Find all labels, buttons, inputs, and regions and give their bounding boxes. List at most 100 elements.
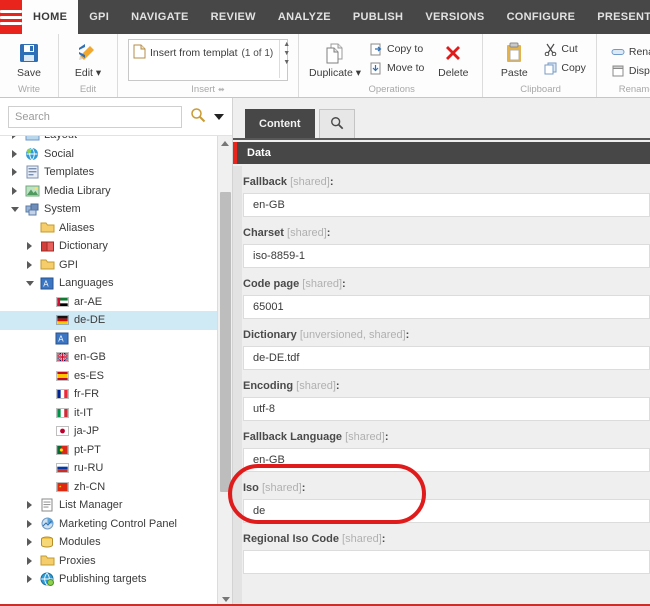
tree-item-list-manager[interactable]: List Manager bbox=[0, 496, 217, 515]
tree-item-zh-cn[interactable]: ★ zh-CN bbox=[0, 478, 217, 497]
field-input-fallback-language[interactable]: en-GB bbox=[243, 448, 650, 472]
tree-item-marketing-control-panel[interactable]: Marketing Control Panel bbox=[0, 515, 217, 534]
expand-triangle-icon[interactable] bbox=[24, 261, 35, 269]
spinner-up-icon[interactable]: ▲ bbox=[283, 41, 290, 49]
tab-content[interactable]: Content bbox=[245, 109, 315, 138]
expand-triangle-icon[interactable] bbox=[9, 150, 20, 158]
insert-from-template-combo[interactable]: Insert from templat (1 of 1) ▲ ▼ ▼ bbox=[128, 39, 290, 81]
tree-item-aliases[interactable]: Aliases bbox=[0, 219, 217, 238]
collapse-triangle-icon[interactable] bbox=[9, 207, 20, 212]
tree-item-modules[interactable]: Modules bbox=[0, 533, 217, 552]
menu-tab-label: VERSIONS bbox=[425, 11, 485, 23]
spinner-down-icon[interactable]: ▼ bbox=[283, 50, 290, 58]
tree-item-ru-ru[interactable]: ru-RU bbox=[0, 459, 217, 478]
expand-triangle-icon[interactable] bbox=[9, 136, 20, 139]
tree-item-system[interactable]: System bbox=[0, 200, 217, 219]
field-code-page: Code page [shared]: 65001 bbox=[243, 268, 650, 319]
flag-de bbox=[54, 312, 70, 328]
scroll-up-icon[interactable] bbox=[218, 136, 232, 150]
copy-button[interactable]: Copy bbox=[539, 60, 590, 76]
menu-tab-versions[interactable]: VERSIONS bbox=[414, 0, 495, 34]
delete-button[interactable]: Delete bbox=[430, 38, 476, 82]
ribbon-group-rename-title: Rename bbox=[618, 84, 650, 95]
move-to-button[interactable]: Move to bbox=[365, 60, 428, 76]
hamburger-icon[interactable] bbox=[0, 0, 22, 34]
tree-scrollbar-thumb[interactable] bbox=[220, 192, 231, 492]
field-input-iso[interactable]: de bbox=[243, 499, 650, 523]
display-name-button[interactable]: Display name bbox=[607, 63, 650, 79]
menu-tab-label: ANALYZE bbox=[277, 11, 331, 23]
collapse-triangle-icon[interactable] bbox=[24, 281, 35, 286]
tree-item-languages[interactable]: A Languages bbox=[0, 274, 217, 293]
copy-to-button[interactable]: Copy to bbox=[365, 41, 428, 57]
cut-button[interactable]: Cut bbox=[539, 41, 590, 57]
menu-tab-gpi[interactable]: GPI bbox=[78, 0, 120, 34]
tree-item-ar-ae[interactable]: ar-AE bbox=[0, 293, 217, 312]
field-input-code-page[interactable]: 65001 bbox=[243, 295, 650, 319]
tree-item-pt-pt[interactable]: pt-PT bbox=[0, 441, 217, 460]
folder-icon bbox=[39, 553, 55, 569]
menu-tab-navigate[interactable]: NAVIGATE bbox=[120, 0, 200, 34]
expand-triangle-icon[interactable] bbox=[24, 520, 35, 528]
fields-scroll-area[interactable]: Fallback [shared]: en-GB Charset [shared]:… bbox=[233, 166, 650, 606]
tree-item-label: de-DE bbox=[74, 314, 106, 327]
ribbon-tab-strip: HOME GPI NAVIGATE REVIEW ANALYZE PUBLISH VERSI… bbox=[22, 0, 650, 34]
tree-item-social[interactable]: Social bbox=[0, 145, 217, 164]
tree-item-de-de[interactable]: de-DE bbox=[0, 311, 217, 330]
tree-item-en-gb[interactable]: en-GB bbox=[0, 348, 217, 367]
tab-search[interactable] bbox=[318, 109, 355, 138]
menu-tab-home[interactable]: HOME bbox=[22, 0, 79, 34]
rename-button[interactable]: Rename bbox=[607, 44, 650, 60]
tree-item-en[interactable]: Aen bbox=[0, 330, 217, 349]
tree-item-ja-jp[interactable]: ja-JP bbox=[0, 422, 217, 441]
tree-item-gpi[interactable]: GPI bbox=[0, 256, 217, 275]
search-input[interactable] bbox=[8, 105, 182, 128]
tree-scrollbar[interactable] bbox=[217, 136, 232, 606]
expand-triangle-icon[interactable] bbox=[24, 242, 35, 250]
field-input-encoding[interactable]: utf-8 bbox=[243, 397, 650, 421]
tree-scroll-area[interactable]: Layout Social Templates Media Library System… bbox=[0, 136, 232, 606]
search-icon[interactable] bbox=[190, 107, 206, 126]
tree-item-dictionary[interactable]: Dictionary bbox=[0, 237, 217, 256]
tree-item-es-es[interactable]: es-ES bbox=[0, 367, 217, 386]
expand-triangle-icon[interactable] bbox=[24, 575, 35, 583]
expand-triangle-icon[interactable] bbox=[9, 187, 20, 195]
copy-to-icon bbox=[369, 42, 383, 56]
expand-triangle-icon[interactable] bbox=[24, 501, 35, 509]
tree-item-label: Marketing Control Panel bbox=[59, 517, 178, 530]
expand-triangle-icon[interactable] bbox=[9, 168, 20, 176]
tree-item-proxies[interactable]: Proxies bbox=[0, 552, 217, 571]
tree-item-label: GPI bbox=[59, 258, 78, 271]
expand-triangle-icon[interactable] bbox=[24, 538, 35, 546]
tree-item-it-it[interactable]: it-IT bbox=[0, 404, 217, 423]
tree-item-publishing-targets[interactable]: Publishing targets bbox=[0, 570, 217, 589]
menu-tab-publish[interactable]: PUBLISH bbox=[342, 0, 414, 34]
menu-tab-presentation[interactable]: PRESENTATION bbox=[586, 0, 650, 34]
search-options-chevron-down-icon[interactable] bbox=[214, 113, 224, 120]
menu-tab-review[interactable]: REVIEW bbox=[200, 0, 267, 34]
field-input-fallback[interactable]: en-GB bbox=[243, 193, 650, 217]
tree-item-media-library[interactable]: Media Library bbox=[0, 182, 217, 201]
menu-tab-configure[interactable]: CONFIGURE bbox=[496, 0, 587, 34]
tree-item-label: es-ES bbox=[74, 369, 104, 382]
field-input-charset[interactable]: iso-8859-1 bbox=[243, 244, 650, 268]
duplicate-button[interactable]: Duplicate ▾ bbox=[307, 38, 363, 82]
field-label-text: Fallback bbox=[243, 176, 288, 188]
paste-button[interactable]: Paste bbox=[491, 38, 537, 82]
template-spinner[interactable]: ▲ ▼ ▼ bbox=[279, 40, 293, 78]
menu-tab-analyze[interactable]: ANALYZE bbox=[267, 0, 342, 34]
field-input-dictionary[interactable]: de-DE.tdf bbox=[243, 346, 650, 370]
field-label: Fallback Language [shared]: bbox=[243, 431, 389, 443]
tree-item-layout[interactable]: Layout bbox=[0, 136, 217, 145]
tree-item-templates[interactable]: Templates bbox=[0, 163, 217, 182]
tree-item-label: zh-CN bbox=[74, 480, 106, 493]
field-input-regional-iso-code[interactable] bbox=[243, 550, 650, 574]
save-button[interactable]: Save bbox=[6, 38, 52, 82]
search-icon bbox=[330, 116, 344, 133]
tree-item-fr-fr[interactable]: fr-FR bbox=[0, 385, 217, 404]
edit-button[interactable]: Edit ▾ bbox=[65, 38, 111, 82]
spinner-last-icon[interactable]: ▼ bbox=[283, 59, 290, 67]
dialog-launcher-icon[interactable]: ⬌ bbox=[218, 85, 225, 94]
section-header-data[interactable]: Data bbox=[233, 142, 650, 164]
expand-triangle-icon[interactable] bbox=[24, 557, 35, 565]
